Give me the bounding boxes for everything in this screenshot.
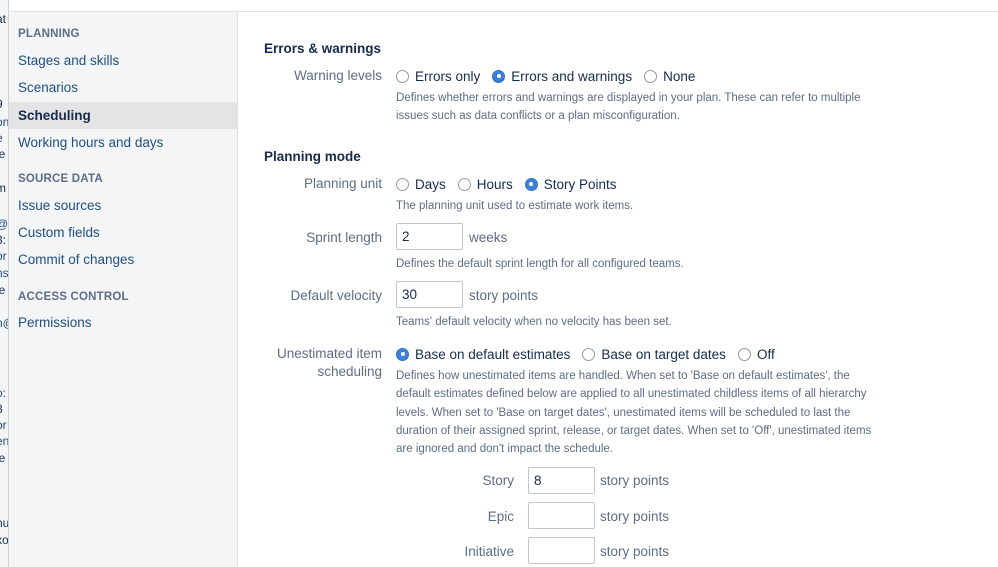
bg-fragment: m — [0, 181, 6, 195]
planning-unit-help: The planning unit used to estimate work … — [396, 200, 634, 212]
radio-days[interactable]: Days — [396, 177, 446, 192]
warning-levels-label: Warning levels — [293, 68, 382, 83]
sidebar-heading-planning: PLANNING — [18, 28, 80, 40]
radio-label: Story Points — [543, 176, 617, 192]
scheduling-settings-panel: Errors & warnings Warning levels Errors … — [238, 12, 998, 567]
radio-base-on-default-estimates[interactable]: Base on default estimates — [396, 347, 570, 362]
sidebar-item-working-hours-and-days[interactable]: Working hours and days — [9, 129, 237, 156]
radio-circle[interactable] — [396, 69, 409, 83]
estimate-epic-input[interactable] — [528, 502, 595, 529]
radio-label: None — [663, 68, 696, 84]
radio-errors-and-warnings[interactable]: Errors and warnings — [492, 69, 632, 84]
default-velocity-label: Default velocity — [290, 288, 382, 303]
radio-off[interactable]: Off — [737, 346, 775, 362]
bg-fragment: ns — [0, 266, 9, 280]
estimate-epic-unit: story points — [600, 509, 670, 524]
radio-circle-selected[interactable] — [492, 69, 506, 83]
unestimated-label-line1: Unestimated item — [276, 346, 382, 361]
bg-fragment: n@ — [0, 316, 8, 330]
warning-levels-help: Defines whether errors and warnings are … — [396, 92, 861, 123]
default-velocity-unit: story points — [469, 288, 539, 303]
bg-fragment: o: — [0, 386, 7, 400]
radio-base-on-target-dates[interactable]: Base on target dates — [582, 347, 726, 362]
bg-fragment: nu — [0, 516, 9, 530]
sidebar-item-custom-fields[interactable]: Custom fields — [9, 219, 237, 246]
radio-label: Errors and warnings — [511, 68, 633, 84]
unestimated-help: Defines how unestimated items are handle… — [396, 370, 872, 456]
radio-none[interactable]: None — [644, 69, 695, 84]
radio-label: Off — [756, 346, 775, 362]
sprint-length-label: Sprint length — [306, 230, 382, 245]
bg-fragment: on — [0, 115, 9, 129]
radio-circle[interactable] — [644, 69, 658, 83]
bg-fragment: xo — [0, 533, 9, 547]
radio-circle[interactable] — [457, 177, 471, 191]
planning-mode-title: Planning mode — [264, 149, 361, 164]
estimate-initiative-unit: story points — [600, 544, 670, 559]
bg-fragment: 3 — [0, 402, 3, 416]
sidebar-item-issue-sources[interactable]: Issue sources — [9, 192, 237, 219]
planning-unit-radio-group: Days Hours Story Points — [396, 175, 629, 193]
sidebar-item-permissions[interactable]: Permissions — [9, 309, 237, 336]
warning-levels-radio-group: Errors only Errors and warnings None — [396, 67, 707, 85]
sidebar-heading-source-data: SOURCE DATA — [18, 173, 103, 185]
sidebar-item-scenarios[interactable]: Scenarios — [9, 74, 237, 101]
sidebar-item-scheduling[interactable]: Scheduling — [9, 102, 237, 129]
sprint-length-unit: weeks — [469, 230, 508, 245]
radio-label: Errors only — [415, 68, 481, 84]
bg-fragment: 3: — [0, 233, 7, 247]
estimate-epic-label: Epic — [487, 509, 514, 524]
sidebar-item-commit-of-changes[interactable]: Commit of changes — [9, 246, 237, 273]
radio-circle[interactable] — [582, 347, 596, 361]
bg-fragment: ie — [0, 147, 5, 161]
bg-fragment: or — [0, 418, 7, 432]
estimate-story-input[interactable] — [528, 467, 595, 494]
radio-label: Days — [415, 176, 446, 192]
bg-fragment: ie — [0, 283, 5, 297]
sidebar-heading-access-control: ACCESS CONTROL — [18, 291, 129, 303]
bg-fragment: at — [0, 12, 7, 26]
sidebar-item-stages-and-skills[interactable]: Stages and skills — [9, 47, 237, 74]
bg-fragment: e — [0, 131, 3, 145]
unestimated-radio-group: Base on default estimates Base on target… — [396, 345, 787, 363]
top-bar — [9, 0, 998, 12]
settings-sidebar: PLANNING Stages and skills Scenarios Sch… — [9, 12, 238, 567]
bg-fragment: 9 — [0, 97, 3, 111]
planning-unit-label: Planning unit — [303, 176, 382, 191]
radio-hours[interactable]: Hours — [457, 176, 513, 192]
radio-circle[interactable] — [737, 347, 751, 361]
default-velocity-help: Teams' default velocity when no velocity… — [396, 316, 672, 328]
radio-circle-selected[interactable] — [524, 177, 538, 191]
radio-label: Base on target dates — [601, 346, 726, 362]
radio-circle[interactable] — [396, 177, 409, 191]
default-velocity-input[interactable] — [396, 281, 463, 308]
bg-fragment: @ — [0, 217, 8, 231]
radio-label: Base on default estimates — [415, 346, 571, 362]
bg-fragment: en — [0, 434, 9, 448]
unestimated-label-line2: scheduling — [317, 364, 382, 379]
bg-fragment: ie — [0, 451, 5, 465]
radio-label: Hours — [476, 176, 513, 192]
background-window-strip: at 9 on e ie m @ 3: or ns ie n@ o: 3 or … — [0, 0, 9, 567]
bg-fragment: or — [0, 249, 7, 263]
estimate-initiative-label: Initiative — [464, 544, 514, 559]
radio-story-points[interactable]: Story Points — [524, 176, 617, 192]
errors-warnings-title: Errors & warnings — [264, 41, 382, 56]
radio-errors-only[interactable]: Errors only — [396, 69, 480, 84]
estimate-initiative-input[interactable] — [528, 537, 595, 564]
estimate-story-label: Story — [482, 473, 514, 488]
sprint-length-help: Defines the default sprint length for al… — [396, 258, 684, 270]
sprint-length-input[interactable] — [396, 223, 463, 250]
estimate-story-unit: story points — [600, 473, 670, 488]
radio-circle-selected[interactable] — [396, 347, 409, 361]
